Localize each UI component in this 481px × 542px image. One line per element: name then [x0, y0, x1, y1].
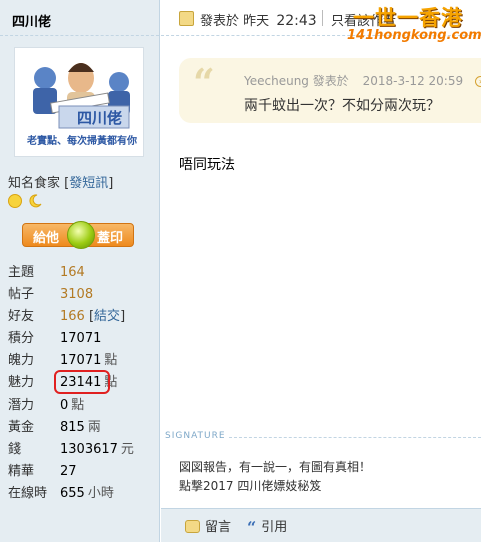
divider [322, 10, 323, 26]
stamp-label: 蓋印 [97, 231, 124, 246]
avatar-banner-text: 四川佬 [77, 109, 122, 127]
reply-button[interactable]: 留言 [185, 516, 231, 535]
author-title-line: 知名食家 [發短訊] [8, 176, 114, 191]
stamp-ball-icon [67, 221, 95, 249]
avatar-cartoon: 四川佬 老實點、每次掃黃都有你 [26, 63, 137, 147]
give-stamp-button[interactable]: 給他 蓋印 [22, 221, 134, 249]
author-title: 知名食家 [8, 176, 61, 191]
stat-row-online-hours: 在線時 655 小時 [8, 485, 114, 501]
quote-icon: “ [247, 518, 257, 537]
post-actions: 留言 “引用 [161, 508, 481, 542]
stat-row-posts: 帖子 3108 [8, 287, 94, 303]
quote-meta: Yeecheung 發表於 2018-3-12 20:59 › [244, 72, 481, 89]
send-sms-link[interactable]: 發短訊 [69, 176, 108, 191]
post-header: 發表於 昨天 22:43 只看該作者 一世一香港 141hongkong.com [161, 0, 481, 43]
signature-line-1[interactable]: 図図報告，有一說一，有圖有真相！ [179, 458, 371, 475]
author-name[interactable]: 四川佬 [0, 0, 159, 36]
quote-text: 兩千蚊出一次？不如分兩次玩？ [244, 98, 440, 114]
avatar-caption-text: 老實點、每次掃黃都有你 [26, 134, 137, 147]
stat-row-topics: 主題 164 [8, 265, 85, 280]
sun-medal-icon [8, 194, 22, 208]
post-icon [179, 11, 194, 26]
stat-row-credits: 積分 17071 [8, 331, 102, 347]
jump-to-post-icon[interactable]: › [474, 76, 481, 87]
quote-posted-label: 發表於 [312, 74, 349, 88]
signature-label: SIGNATURE [165, 431, 226, 441]
quote-author: Yeecheung [244, 74, 309, 88]
signature-divider [229, 437, 481, 438]
quote-block: “ Yeecheung 發表於 2018-3-12 20:59 › 兩千蚊出一次… [179, 58, 481, 123]
stat-value-link[interactable]: 166 [60, 309, 85, 324]
author-sidebar: 四川佬 四川佬 老實點、每次掃黃都有你 知名食家 [發短訊] 給他 蓋印 主題 … [0, 0, 160, 542]
stat-row-money: 錢 1303617 元 [8, 441, 134, 457]
avatar[interactable]: 四川佬 老實點、每次掃黃都有你 [14, 47, 144, 157]
stat-row-friends: 好友 166 [結交] [8, 309, 126, 325]
comment-icon [185, 520, 200, 533]
site-watermark-logo: 一世一香港 141hongkong.com [347, 6, 481, 43]
give-label: 給他 [33, 231, 60, 246]
post-time: 發表於 昨天 22:43 [200, 13, 317, 29]
stat-row-gold: 黃金 815 兩 [8, 419, 101, 435]
add-friend-link[interactable]: 結交 [94, 309, 120, 324]
quote-button[interactable]: “引用 [247, 516, 287, 537]
signature-line-2[interactable]: 點撃2017 四川佬嫖妓秘笈 [179, 477, 321, 494]
quote-open-icon: “ [193, 60, 215, 105]
stat-value-link[interactable]: 164 [60, 265, 85, 280]
red-highlight-circle [54, 370, 110, 394]
moon-medal-icon [28, 194, 42, 208]
quote-time: 2018-3-12 20:59 [362, 74, 464, 88]
stat-row-potential: 潛力 0 點 [8, 397, 85, 413]
stat-value-link[interactable]: 3108 [60, 287, 93, 302]
stat-row-digest: 精華 27 [8, 463, 77, 479]
post-message: 唔同玩法 [179, 157, 235, 173]
medals [8, 194, 44, 210]
